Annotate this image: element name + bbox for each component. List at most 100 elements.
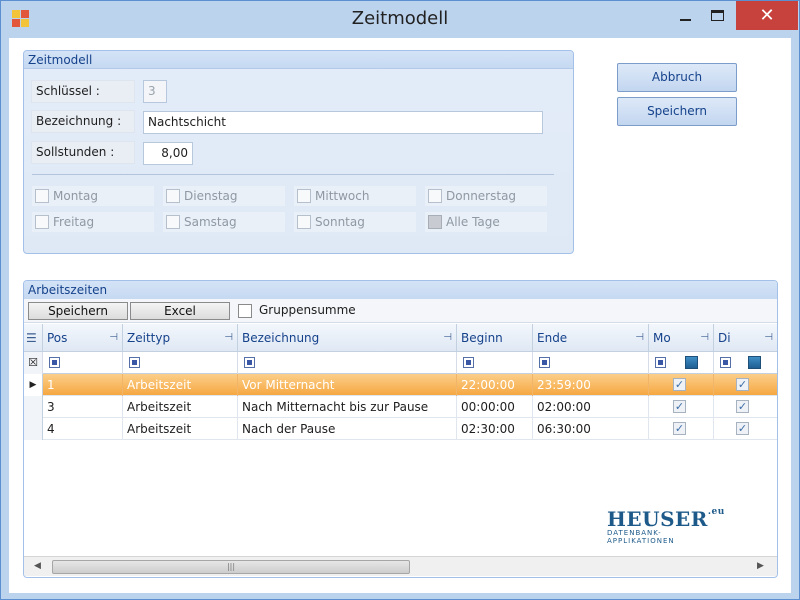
maximize-button[interactable]: [700, 1, 734, 30]
checkbox-checked-icon: ✓: [673, 378, 686, 391]
pin-icon[interactable]: ⊣: [224, 324, 233, 352]
title-bar[interactable]: Zeitmodell ✕: [1, 1, 799, 38]
filter-cell-mo[interactable]: [649, 352, 714, 374]
cell-mo[interactable]: ✓: [649, 418, 714, 440]
gruppensumme-checkbox[interactable]: [238, 304, 252, 318]
day-checkbox-donnerstag[interactable]: Donnerstag: [425, 186, 547, 206]
filter-icon: [49, 357, 60, 368]
cell-mo[interactable]: ✓: [649, 374, 714, 396]
schluessel-label: Schlüssel :: [31, 80, 135, 103]
filter-cell-zeittyp[interactable]: [123, 352, 238, 374]
filter-cell-ende[interactable]: [533, 352, 649, 374]
checkbox-checked-icon: ✓: [673, 422, 686, 435]
minimize-button[interactable]: [668, 1, 702, 30]
separator: [32, 174, 554, 175]
column-header-di[interactable]: Di ⊣: [714, 324, 777, 352]
table-row[interactable]: 3 Arbeitszeit Nach Mitternacht bis zur P…: [24, 396, 777, 418]
excel-button[interactable]: Excel: [130, 302, 230, 320]
day-label: Alle Tage: [446, 215, 500, 229]
horizontal-scrollbar[interactable]: ◀ ||| ▶: [24, 556, 777, 576]
close-button[interactable]: ✕: [736, 1, 798, 30]
pin-icon[interactable]: ⊣: [109, 324, 118, 352]
cell-pos[interactable]: 3: [43, 396, 123, 418]
filter-icon: [129, 357, 140, 368]
cell-pos[interactable]: 4: [43, 418, 123, 440]
cell-mo[interactable]: ✓: [649, 396, 714, 418]
day-label: Montag: [53, 189, 98, 203]
table-row[interactable]: 4 Arbeitszeit Nach der Pause 02:30:00 06…: [24, 418, 777, 440]
filter-cell-di[interactable]: [714, 352, 777, 374]
filter-cell-bezeichnung[interactable]: [238, 352, 457, 374]
sollstunden-field[interactable]: 8,00: [143, 142, 193, 165]
checkbox-checked-icon: ✓: [736, 400, 749, 413]
scroll-thumb[interactable]: |||: [52, 560, 410, 574]
day-checkbox-alle-tage[interactable]: Alle Tage: [425, 212, 547, 232]
cell-zeittyp[interactable]: Arbeitszeit: [123, 418, 238, 440]
pin-icon[interactable]: ⊣: [443, 324, 452, 352]
scroll-right-icon[interactable]: ▶: [757, 561, 764, 571]
row-indicator-icon: ▶: [24, 374, 43, 396]
cell-di[interactable]: ✓: [714, 396, 777, 418]
cell-di[interactable]: ✓: [714, 374, 777, 396]
arbeitszeiten-group: Arbeitszeiten Speichern Excel Gruppensum…: [23, 280, 778, 578]
cell-bezeichnung[interactable]: Nach der Pause: [238, 418, 457, 440]
checkbox-icon: [297, 215, 311, 229]
bezeichnung-field[interactable]: Nachtschicht: [143, 111, 543, 134]
close-icon: ✕: [759, 5, 775, 26]
column-header-zeittyp[interactable]: Zeittyp ⊣: [123, 324, 238, 352]
day-checkbox-freitag[interactable]: Freitag: [32, 212, 154, 232]
cell-bezeichnung[interactable]: Vor Mitternacht: [238, 374, 457, 396]
day-checkbox-mittwoch[interactable]: Mittwoch: [294, 186, 416, 206]
cell-ende[interactable]: 06:30:00: [533, 418, 649, 440]
column-header-ende[interactable]: Ende ⊣: [533, 324, 649, 352]
grid-speichern-button[interactable]: Speichern: [28, 302, 128, 320]
day-checkbox-dienstag[interactable]: Dienstag: [163, 186, 285, 206]
day-checkbox-sonntag[interactable]: Sonntag: [294, 212, 416, 232]
row-indicator: [24, 418, 43, 440]
column-chooser-icon[interactable]: ☰: [24, 324, 43, 352]
day-checkbox-montag[interactable]: Montag: [32, 186, 154, 206]
cell-zeittyp[interactable]: Arbeitszeit: [123, 396, 238, 418]
table-row[interactable]: ▶ 1 Arbeitszeit Vor Mitternacht 22:00:00…: [24, 374, 777, 396]
column-header-mo[interactable]: Mo ⊣: [649, 324, 714, 352]
cell-di[interactable]: ✓: [714, 418, 777, 440]
row-indicator: [24, 396, 43, 418]
cell-beginn[interactable]: 22:00:00: [457, 374, 533, 396]
filter-icon: [720, 357, 731, 368]
column-header-beginn[interactable]: Beginn: [457, 324, 533, 352]
cell-ende[interactable]: 02:00:00: [533, 396, 649, 418]
speichern-button[interactable]: Speichern: [617, 97, 737, 126]
pin-icon[interactable]: ⊣: [635, 324, 644, 352]
column-header-label: Zeittyp: [127, 331, 171, 345]
bezeichnung-label: Bezeichnung :: [31, 110, 135, 133]
zeitmodell-group-header: Zeitmodell: [24, 51, 573, 69]
zeitmodell-group: Zeitmodell Schlüssel : 3 Bezeichnung : N…: [23, 50, 574, 254]
filter-checkbox-icon: [748, 356, 761, 369]
checkbox-icon: [35, 215, 49, 229]
minimize-icon: [679, 18, 691, 21]
day-checkbox-samstag[interactable]: Samstag: [163, 212, 285, 232]
clear-filter-icon[interactable]: ☒: [24, 352, 43, 374]
cell-beginn[interactable]: 00:00:00: [457, 396, 533, 418]
checkbox-icon: [428, 215, 442, 229]
day-label: Dienstag: [184, 189, 238, 203]
scroll-left-icon[interactable]: ◀: [34, 561, 41, 571]
column-header-pos[interactable]: Pos ⊣: [43, 324, 123, 352]
gruppensumme-label: Gruppensumme: [259, 303, 356, 317]
pin-icon[interactable]: ⊣: [700, 324, 709, 352]
column-header-bezeichnung[interactable]: Bezeichnung ⊣: [238, 324, 457, 352]
checkbox-icon: [35, 189, 49, 203]
cell-pos[interactable]: 1: [43, 374, 123, 396]
column-header-label: Ende: [537, 331, 568, 345]
cell-beginn[interactable]: 02:30:00: [457, 418, 533, 440]
filter-cell-pos[interactable]: [43, 352, 123, 374]
abbruch-button[interactable]: Abbruch: [617, 63, 737, 92]
column-header-label: Bezeichnung: [242, 331, 320, 345]
filter-cell-beginn[interactable]: [457, 352, 533, 374]
pin-icon[interactable]: ⊣: [764, 324, 773, 352]
cell-ende[interactable]: 23:59:00: [533, 374, 649, 396]
cell-zeittyp[interactable]: Arbeitszeit: [123, 374, 238, 396]
checkbox-icon: [297, 189, 311, 203]
day-label: Freitag: [53, 215, 95, 229]
cell-bezeichnung[interactable]: Nach Mitternacht bis zur Pause: [238, 396, 457, 418]
